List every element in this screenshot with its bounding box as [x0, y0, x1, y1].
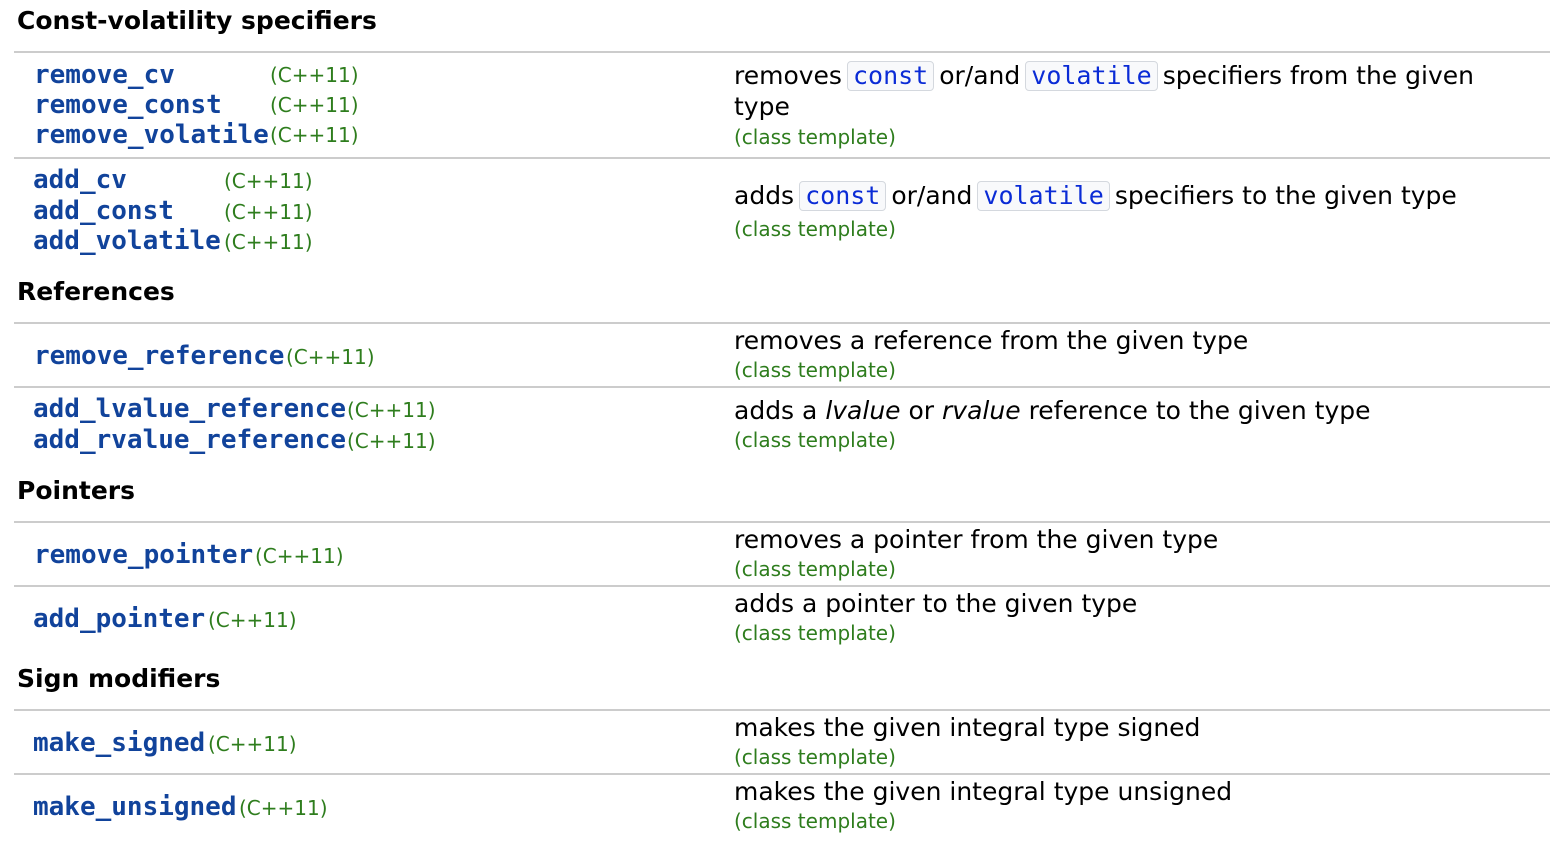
link-add-cv[interactable]: add_cv	[33, 165, 127, 195]
version-badge: (C++11)	[208, 732, 297, 756]
version-badge: (C++11)	[270, 63, 359, 87]
section-heading-pointers: Pointers	[17, 476, 135, 505]
class-template-label: (class template)	[734, 428, 896, 452]
version-badge: (C++11)	[270, 93, 359, 117]
keyword-link-volatile[interactable]: volatile	[977, 181, 1110, 211]
divider	[14, 585, 1550, 587]
class-template-label: (class template)	[734, 217, 896, 241]
link-remove-cv[interactable]: remove_cv	[34, 60, 175, 90]
class-template-label: (class template)	[734, 745, 896, 769]
desc-text: specifiers to the given type	[1114, 181, 1457, 210]
class-template-label: (class template)	[734, 557, 896, 581]
version-badge: (C++11)	[239, 796, 328, 820]
version-badge: (C++11)	[224, 169, 313, 193]
link-add-pointer[interactable]: add_pointer	[33, 604, 205, 634]
description-make-unsigned: makes the given integral type unsigned	[734, 777, 1233, 806]
divider	[14, 709, 1550, 711]
link-add-rvalue-reference[interactable]: add_rvalue_reference	[33, 425, 346, 455]
version-badge: (C++11)	[224, 200, 313, 224]
description-make-signed: makes the given integral type signed	[734, 713, 1201, 742]
class-template-label: (class template)	[734, 358, 896, 382]
desc-text: or	[908, 396, 935, 425]
desc-text: reference to the given type	[1028, 396, 1371, 425]
version-badge: (C++11)	[208, 608, 297, 632]
keyword-link-volatile[interactable]: volatile	[1025, 61, 1158, 91]
desc-text: adds	[734, 181, 795, 210]
divider	[14, 322, 1550, 324]
desc-emphasis-rvalue: rvalue	[942, 396, 1021, 425]
description-add-reference: adds a lvalue or rvalue reference to the…	[734, 395, 1534, 426]
class-template-label: (class template)	[734, 809, 896, 833]
desc-emphasis-lvalue: lvalue	[825, 396, 901, 425]
class-template-label: (class template)	[734, 621, 896, 645]
desc-text: or/and	[891, 181, 973, 210]
keyword-link-const[interactable]: const	[846, 61, 935, 91]
link-add-const[interactable]: add_const	[33, 196, 174, 226]
link-remove-volatile[interactable]: remove_volatile	[34, 120, 269, 150]
divider	[14, 51, 1550, 53]
link-remove-pointer[interactable]: remove_pointer	[34, 540, 253, 570]
link-make-unsigned[interactable]: make_unsigned	[33, 792, 237, 822]
divider	[14, 386, 1550, 388]
link-make-signed[interactable]: make_signed	[33, 728, 205, 758]
link-remove-reference[interactable]: remove_reference	[34, 341, 284, 371]
description-add-cv: adds const or/and volatile specifiers to the…	[734, 180, 1534, 211]
description-add-pointer: adds a pointer to the given type	[734, 589, 1138, 618]
description-remove-pointer: removes a pointer from the given type	[734, 525, 1219, 554]
version-badge: (C++11)	[286, 345, 375, 369]
link-add-volatile[interactable]: add_volatile	[33, 226, 221, 256]
divider	[14, 521, 1550, 523]
version-badge: (C++11)	[270, 123, 359, 147]
divider	[14, 773, 1550, 775]
keyword-link-const[interactable]: const	[799, 181, 887, 211]
divider	[14, 157, 1550, 159]
section-heading-references: References	[17, 277, 175, 306]
class-template-label: (class template)	[734, 125, 896, 149]
section-heading-sign-modifiers: Sign modifiers	[17, 664, 221, 693]
description-remove-cv: removes const or/and volatile specifiers fro…	[734, 60, 1534, 122]
desc-text: adds a	[734, 396, 818, 425]
description-remove-reference: removes a reference from the given type	[734, 326, 1249, 355]
link-remove-const[interactable]: remove_const	[34, 90, 222, 120]
section-heading-cv: Const-volatility specifiers	[17, 6, 377, 35]
version-badge: (C++11)	[255, 544, 344, 568]
link-add-lvalue-reference[interactable]: add_lvalue_reference	[33, 394, 346, 424]
version-badge: (C++11)	[347, 398, 436, 422]
desc-text: or/and	[939, 61, 1021, 90]
desc-text: removes	[734, 61, 842, 90]
version-badge: (C++11)	[224, 230, 313, 254]
version-badge: (C++11)	[347, 429, 436, 453]
